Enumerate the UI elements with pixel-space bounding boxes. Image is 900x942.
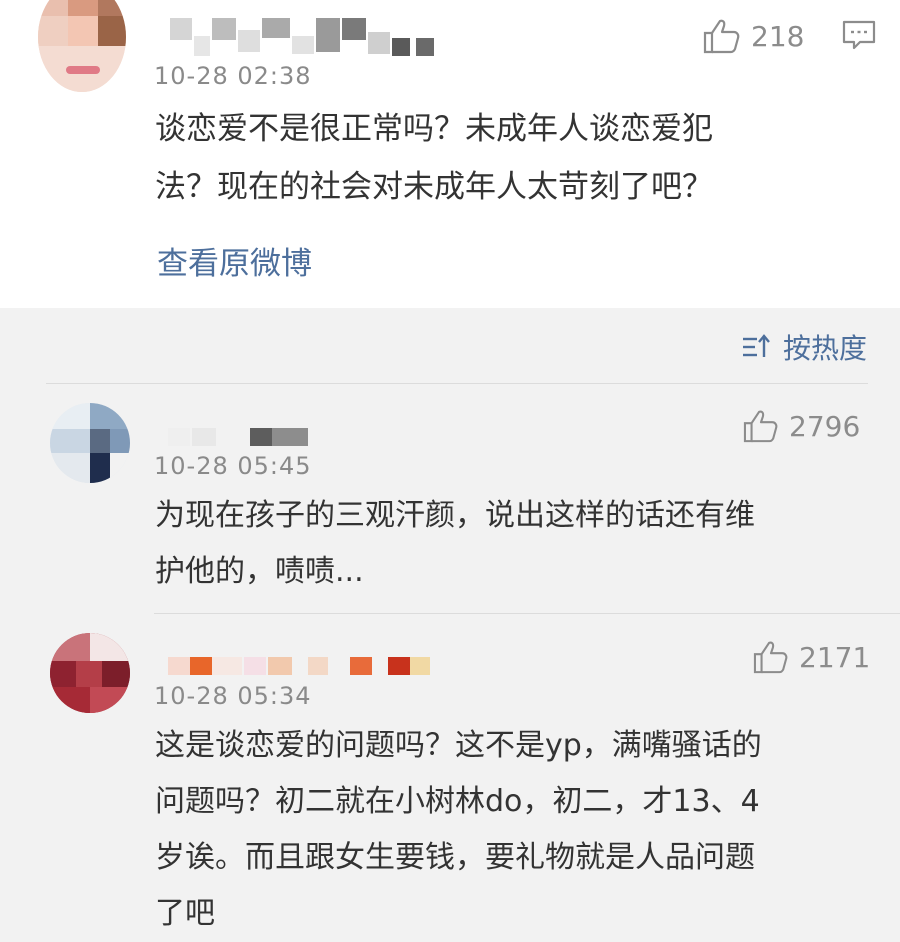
comment-time: 10-28 05:45 [154,452,312,480]
post-text: 谈恋爱不是很正常吗？未成年人谈恋爱犯 法？现在的社会对未成年人太苛刻了吧？ [155,100,875,216]
comment-like-count: 2171 [799,640,871,674]
sort-label: 按热度 [782,332,867,365]
comment-text: 这是谈恋爱的问题吗？这不是yp，满嘴骚话的 问题吗？初二就在小树林do，初二，才… [155,718,875,942]
comment-icon[interactable] [842,20,876,52]
comment-text-line: 这是谈恋爱的问题吗？这不是yp，满嘴骚话的 [155,728,762,763]
comment-text-line: 岁诶。而且跟女生要钱，要礼物就是人品问题 [155,840,755,875]
thumbs-up-icon [753,641,788,674]
avatar[interactable] [38,0,126,92]
comment-like-button[interactable]: 2796 [743,409,860,443]
post-like-button[interactable]: 218 [703,18,804,54]
divider [154,613,900,614]
thumbs-up-icon [703,19,740,54]
avatar[interactable] [50,403,130,483]
view-original-link[interactable]: 查看原微博 [157,238,312,283]
comment-like-count: 2796 [789,409,861,443]
original-post: 10-28 02:38 218 谈恋爱不是很正常吗？未成年人谈恋爱犯 法？现在的… [0,0,900,308]
post-text-line: 谈恋爱不是很正常吗？未成年人谈恋爱犯 [155,111,713,147]
username-obscured[interactable] [168,657,438,677]
comment-text-line: 了吧 [155,896,215,931]
comment-text: 为现在孩子的三观汗颜，说出这样的话还有维 护他的，啧啧... [155,488,875,600]
post-like-count: 218 [751,19,805,53]
comment-time: 10-28 05:34 [154,682,312,710]
comment-text-line: 问题吗？初二就在小树林do，初二，才13、4 [155,784,760,819]
comment-text-line: 为现在孩子的三观汗颜，说出这样的话还有维 [155,498,755,533]
comment-like-button[interactable]: 2171 [753,640,870,674]
post-text-line: 法？现在的社会对未成年人太苛刻了吧？ [155,169,713,205]
sort-icon [742,334,770,357]
thumbs-up-icon [743,410,778,443]
comment-text-line: 护他的，啧啧... [155,554,364,589]
post-time: 10-28 02:38 [154,62,312,90]
username-obscured[interactable] [170,18,440,58]
username-obscured[interactable] [168,428,318,448]
sort-by-hot-button[interactable]: 按热度 [741,327,867,367]
divider [46,383,868,384]
avatar[interactable] [50,633,130,713]
